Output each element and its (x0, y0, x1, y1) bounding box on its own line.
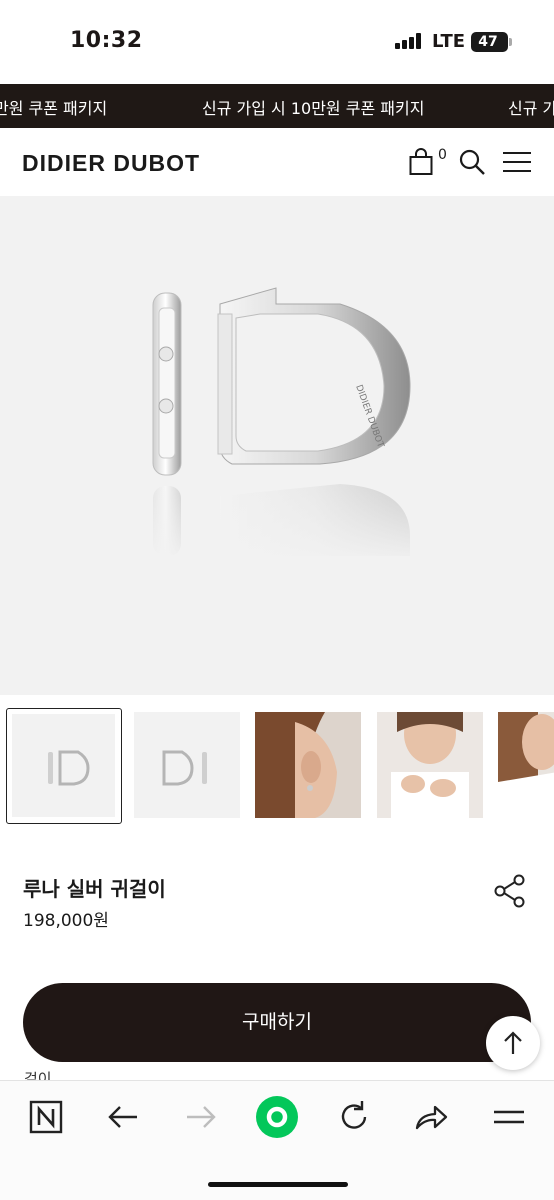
product-name: 루나 실버 귀걸이 (23, 877, 166, 901)
cart-count: 0 (438, 147, 447, 163)
brand-logo[interactable]: DIDIER DUBOT (22, 150, 200, 177)
thumbnail-strip (0, 708, 554, 824)
buy-button[interactable]: 구매하기 (23, 983, 531, 1062)
home-indicator (208, 1182, 348, 1187)
earrings-illustration: DIDIER DUBOT (140, 287, 430, 564)
arrow-up-icon (504, 1031, 522, 1054)
naver-n-icon[interactable] (26, 1097, 66, 1137)
shopping-bag-icon[interactable] (408, 148, 434, 176)
menu-icon[interactable] (489, 1097, 529, 1137)
back-arrow-icon[interactable] (103, 1097, 143, 1137)
scroll-top-button[interactable] (486, 1016, 540, 1070)
promo-message: 만원 쿠폰 패키지 (0, 99, 108, 118)
network-label: LTE (432, 31, 466, 52)
status-bar: 10:32 LTE 47 (0, 0, 554, 84)
site-header: DIDIER DUBOT 0 (0, 128, 554, 196)
battery-level: 47 (478, 34, 498, 50)
thumbnail-model-hands[interactable] (377, 712, 483, 818)
promo-banner[interactable]: 만원 쿠폰 패키지 신규 가입 시 10만원 쿠폰 패키지 신규 가 (0, 84, 554, 128)
promo-message: 신규 가입 시 10만원 쿠폰 패키지 (202, 99, 425, 118)
search-icon[interactable] (458, 148, 486, 176)
product-price: 198,000원 (23, 911, 109, 931)
promo-message: 신규 가 (508, 99, 554, 118)
share-icon[interactable] (493, 874, 527, 908)
thumbnail-earrings-side[interactable] (134, 712, 240, 818)
signal-icon (395, 33, 421, 49)
battery-icon: 47 (471, 32, 508, 52)
battery-tip (509, 38, 512, 46)
thumbnail-earrings-front[interactable] (6, 708, 122, 824)
thumbnail-model-ear[interactable] (255, 712, 361, 818)
hamburger-menu-icon[interactable] (502, 150, 532, 174)
green-home-icon[interactable] (253, 1093, 301, 1141)
product-main-image[interactable]: DIDIER DUBOT (0, 196, 554, 695)
forward-arrow-icon[interactable] (181, 1097, 221, 1137)
share-arrow-icon[interactable] (411, 1097, 451, 1137)
thumbnail-model-portrait[interactable] (498, 712, 554, 818)
status-time: 10:32 (70, 28, 143, 53)
reload-icon[interactable] (334, 1097, 374, 1137)
